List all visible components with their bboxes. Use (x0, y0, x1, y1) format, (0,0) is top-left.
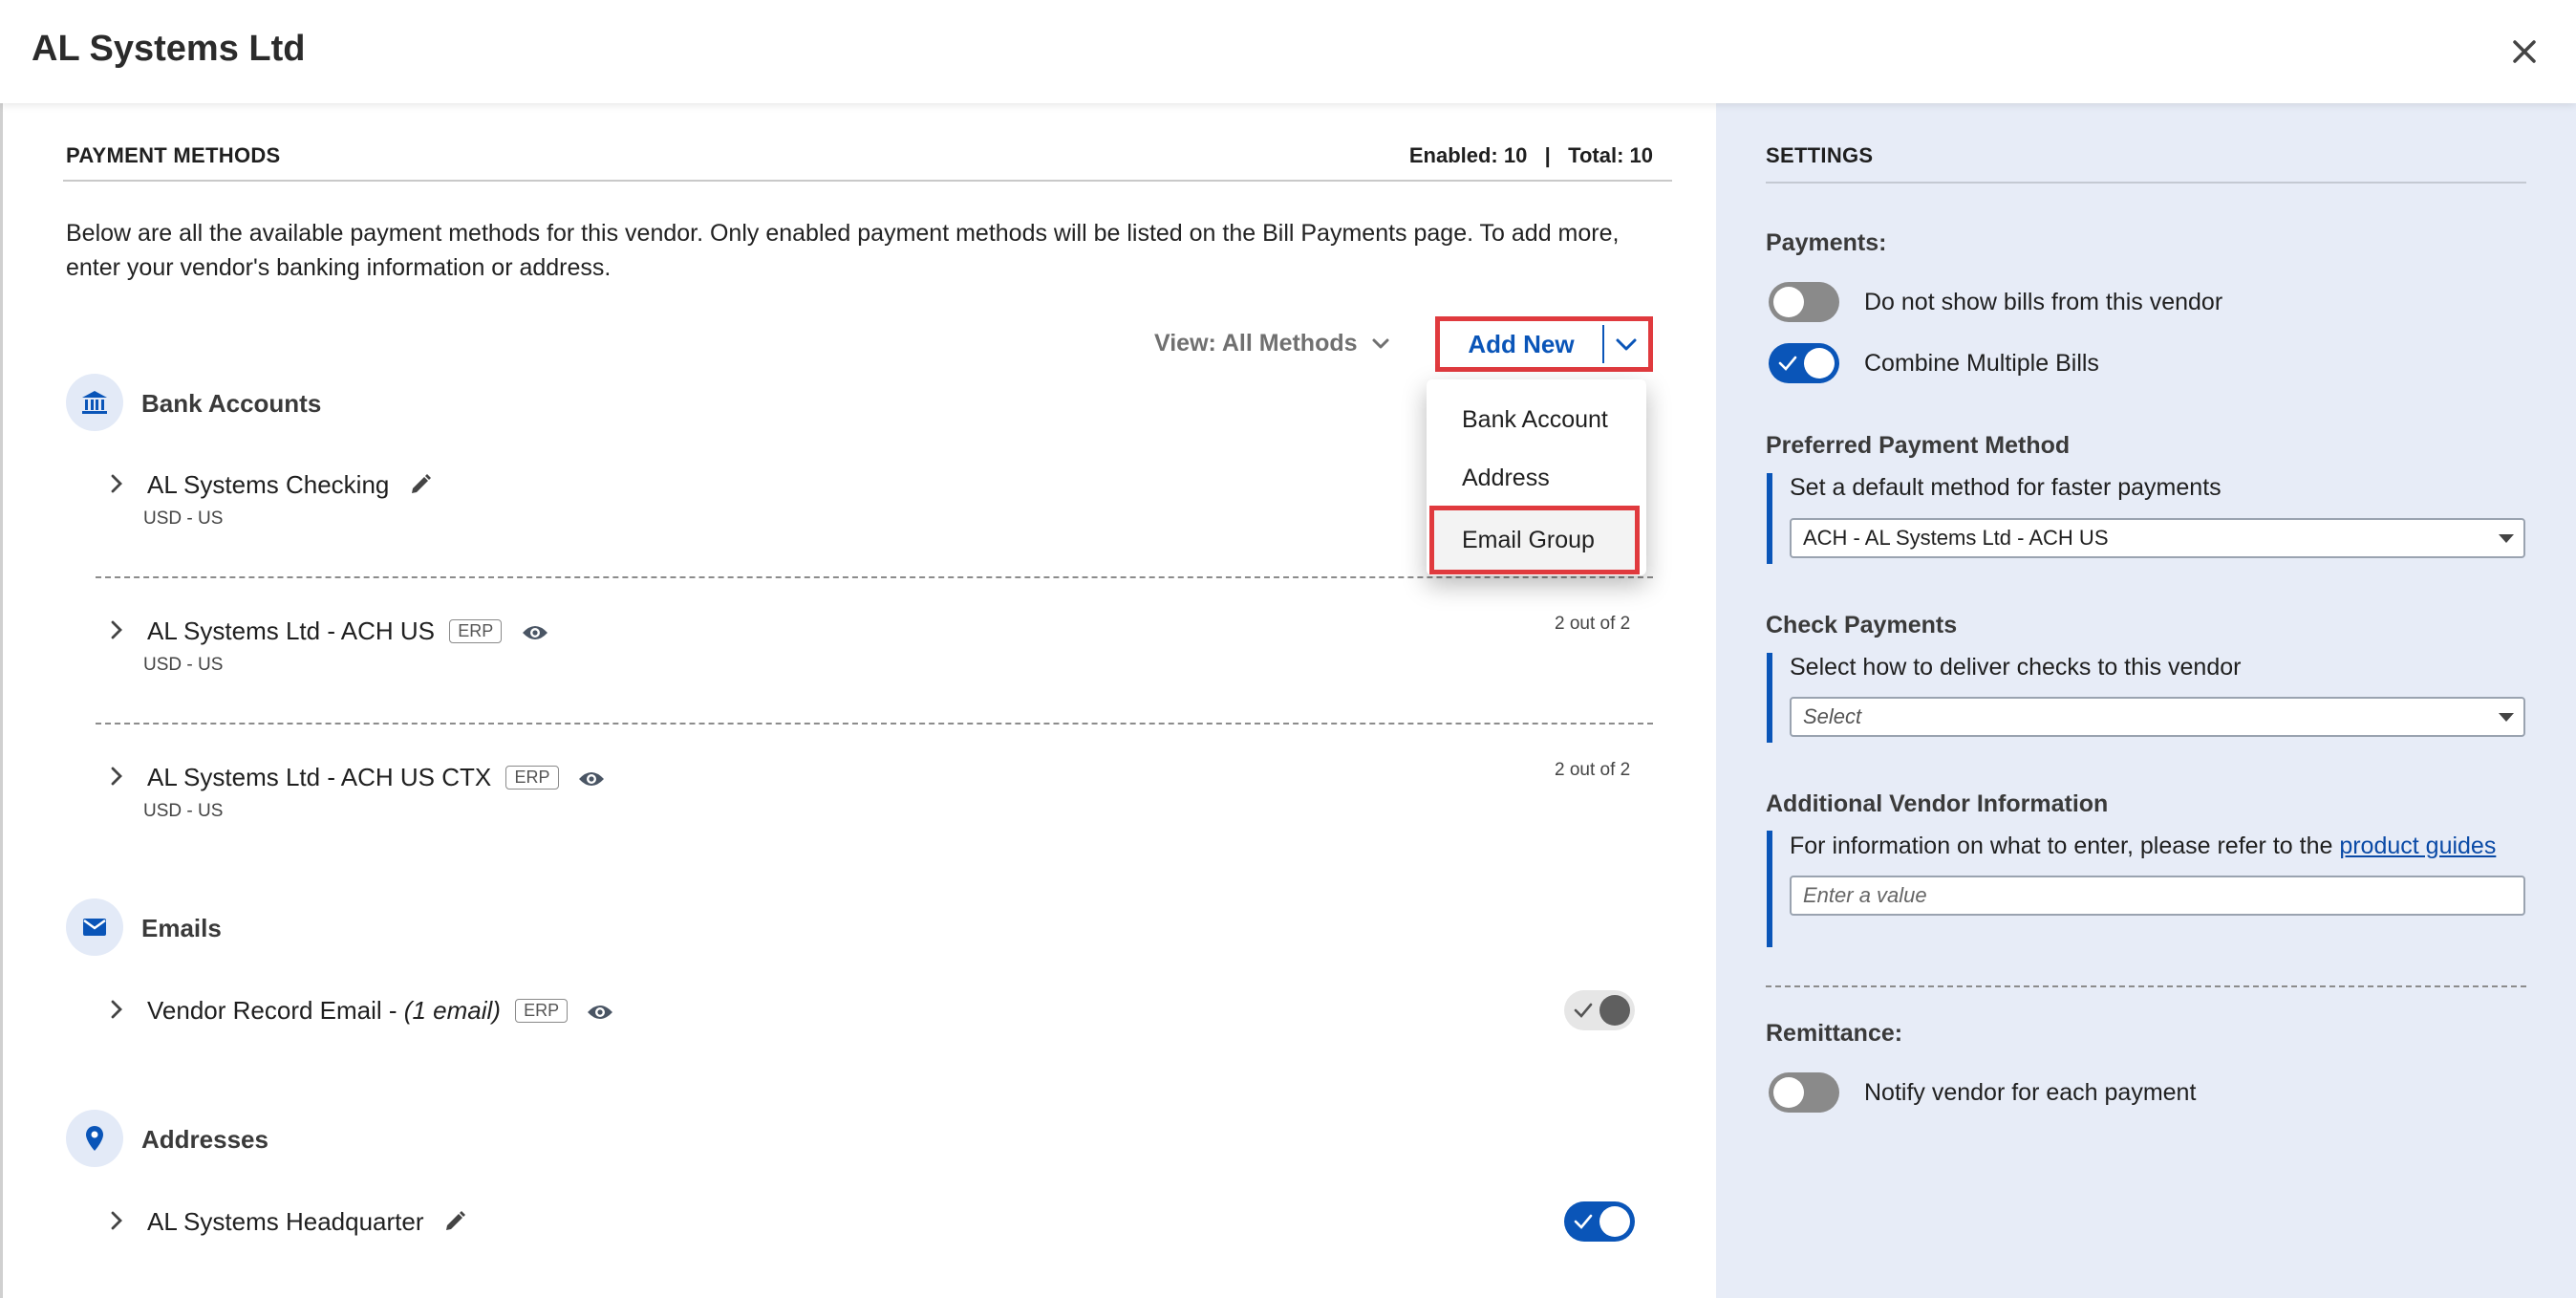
checkmark-icon (1778, 356, 1797, 371)
menu-item-bank-account[interactable]: Bank Account (1427, 393, 1646, 446)
additional-info-input[interactable] (1790, 876, 2525, 916)
erp-badge: ERP (449, 619, 503, 643)
checkmark-icon (1574, 1003, 1593, 1018)
combine-bills-toggle[interactable] (1769, 343, 1839, 383)
caret-down-icon (2499, 534, 2514, 543)
list-item-currency: USD - US (143, 655, 224, 675)
menu-item-email-group[interactable]: Email Group (1429, 506, 1640, 574)
toggle-knob (1773, 287, 1804, 317)
additional-info-help: For information on what to enter, please… (1790, 833, 2496, 860)
approval-count: 2 out of 2 (1555, 614, 1631, 634)
edit-pencil-icon[interactable] (408, 472, 433, 504)
mail-icon (66, 898, 123, 956)
payment-methods-description: Below are all the available payment meth… (66, 220, 1620, 281)
total-count: Total: 10 (1568, 143, 1653, 167)
payment-methods-header: PAYMENT METHODS Enabled: 10 | Total: 10 (63, 143, 1672, 182)
checkmark-icon (1574, 1214, 1593, 1229)
group-label-addresses: Addresses (141, 1125, 268, 1154)
divider (96, 723, 1653, 725)
divider (96, 576, 1653, 578)
close-icon[interactable] (2505, 32, 2544, 71)
erp-badge: ERP (515, 999, 569, 1023)
menu-item-address[interactable]: Address (1427, 451, 1646, 505)
address-enabled-toggle[interactable] (1564, 1201, 1635, 1242)
caret-down-icon (2499, 713, 2514, 722)
chevron-right-icon[interactable] (105, 1209, 128, 1232)
view-filter-dropdown[interactable]: View: All Methods (1154, 330, 1390, 357)
list-item-name: AL Systems Ltd - ACH US (147, 617, 436, 645)
chevron-right-icon[interactable] (105, 618, 128, 641)
modal-title: AL Systems Ltd (32, 29, 306, 69)
settings-header: SETTINGS (1766, 143, 2526, 184)
combine-bills-label: Combine Multiple Bills (1864, 350, 2099, 377)
list-item-currency: USD - US (143, 508, 224, 529)
check-delivery-value: Select (1803, 704, 1862, 728)
notify-vendor-toggle[interactable] (1769, 1072, 1839, 1113)
approval-count: 2 out of 2 (1555, 760, 1631, 780)
chevron-down-icon (1616, 338, 1637, 351)
toggle-knob (1599, 1206, 1630, 1237)
enabled-count: Enabled: 10 (1408, 143, 1528, 167)
edit-pencil-icon[interactable] (442, 1209, 467, 1241)
check-delivery-select[interactable]: Select (1790, 697, 2525, 737)
divider (1766, 985, 2526, 987)
section-accent-bar (1767, 831, 1772, 947)
modal-header: AL Systems Ltd (0, 0, 2576, 103)
list-item[interactable]: AL Systems Ltd - ACH US ERP (147, 617, 549, 650)
location-pin-icon (66, 1110, 123, 1167)
section-accent-bar (1767, 653, 1772, 743)
list-item[interactable]: AL Systems Ltd - ACH US CTX ERP (147, 763, 606, 796)
list-item[interactable]: AL Systems Headquarter (147, 1207, 467, 1241)
settings-heading: SETTINGS (1766, 143, 1874, 167)
enabled-total-counts: Enabled: 10 | Total: 10 (1409, 143, 1653, 168)
bank-icon (66, 374, 123, 431)
chevron-right-icon[interactable] (105, 472, 128, 495)
eye-icon[interactable] (521, 620, 549, 650)
toggle-knob (1599, 995, 1630, 1026)
group-label-emails: Emails (141, 914, 222, 942)
check-payments-help: Select how to deliver checks to this ven… (1790, 654, 2242, 681)
preferred-method-select[interactable]: ACH - AL Systems Ltd - ACH US (1790, 518, 2525, 558)
toggle-knob (1773, 1077, 1804, 1108)
list-item-email-count: (1 email) (403, 996, 501, 1025)
remittance-label: Remittance: (1766, 1020, 1903, 1047)
toggle-knob (1804, 348, 1835, 379)
list-item-name: Vendor Record Email - (147, 996, 404, 1025)
count-separator: | (1544, 143, 1551, 167)
notify-vendor-label: Notify vendor for each payment (1864, 1079, 2197, 1106)
eye-icon[interactable] (577, 767, 606, 796)
product-guides-link[interactable]: product guides (2339, 833, 2496, 859)
preferred-method-label: Preferred Payment Method (1766, 432, 2071, 459)
erp-badge: ERP (505, 766, 559, 790)
eye-icon[interactable] (586, 1000, 614, 1029)
list-item-name: AL Systems Ltd - ACH US CTX (147, 763, 492, 791)
list-item-currency: USD - US (143, 801, 224, 821)
chevron-down-icon (1372, 338, 1389, 349)
check-payments-label: Check Payments (1766, 612, 1958, 638)
list-item[interactable]: AL Systems Checking (147, 470, 433, 504)
add-new-menu: Bank Account Address Email Group (1427, 379, 1646, 575)
add-new-button[interactable]: Add New (1440, 321, 1602, 367)
additional-info-help-text: For information on what to enter, please… (1790, 833, 2340, 859)
preferred-method-help: Set a default method for faster payments (1790, 474, 2222, 501)
chevron-right-icon[interactable] (105, 998, 128, 1021)
hide-bills-label: Do not show bills from this vendor (1864, 289, 2223, 315)
view-filter-label: View: All Methods (1154, 330, 1358, 357)
hide-bills-toggle[interactable] (1769, 282, 1839, 322)
list-item-name: AL Systems Headquarter (147, 1207, 424, 1236)
preferred-method-value: ACH - AL Systems Ltd - ACH US (1803, 526, 2109, 550)
list-item[interactable]: Vendor Record Email - (1 email) ERP (147, 996, 614, 1029)
payments-label: Payments: (1766, 229, 1887, 256)
add-new-menu-toggle[interactable] (1604, 321, 1648, 367)
payment-methods-heading: PAYMENT METHODS (66, 143, 281, 167)
chevron-right-icon[interactable] (105, 765, 128, 788)
add-new-split-button: Add New (1435, 316, 1653, 372)
email-enabled-toggle[interactable] (1564, 990, 1635, 1030)
section-accent-bar (1767, 473, 1772, 564)
list-item-name: AL Systems Checking (147, 470, 390, 499)
group-label-bank-accounts: Bank Accounts (141, 389, 322, 418)
additional-info-label: Additional Vendor Information (1766, 790, 2109, 817)
